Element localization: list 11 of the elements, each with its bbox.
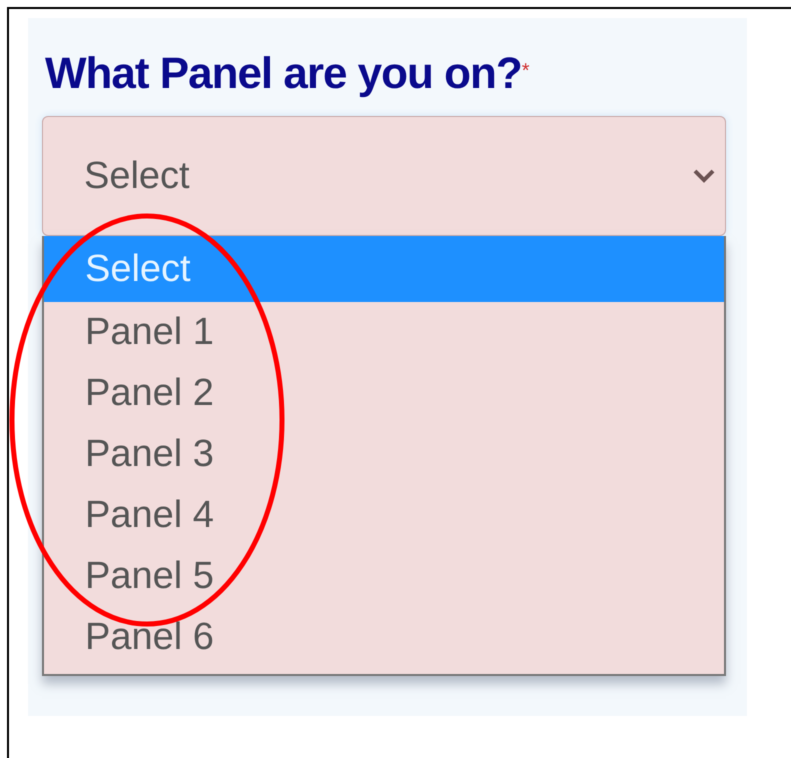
panel-select[interactable]: Select — [42, 116, 726, 236]
chevron-down-icon — [693, 169, 715, 183]
option-item[interactable]: Panel 3 — [44, 424, 724, 485]
option-item[interactable]: Select — [44, 236, 724, 302]
option-item[interactable]: Panel 5 — [44, 546, 724, 607]
required-mark: * — [522, 59, 530, 84]
question-label: What Panel are you on? — [45, 48, 522, 100]
option-item[interactable]: Panel 1 — [44, 302, 724, 363]
option-item[interactable]: Panel 6 — [44, 607, 724, 668]
option-item[interactable]: Panel 4 — [44, 485, 724, 546]
option-item[interactable]: Panel 2 — [44, 363, 724, 424]
